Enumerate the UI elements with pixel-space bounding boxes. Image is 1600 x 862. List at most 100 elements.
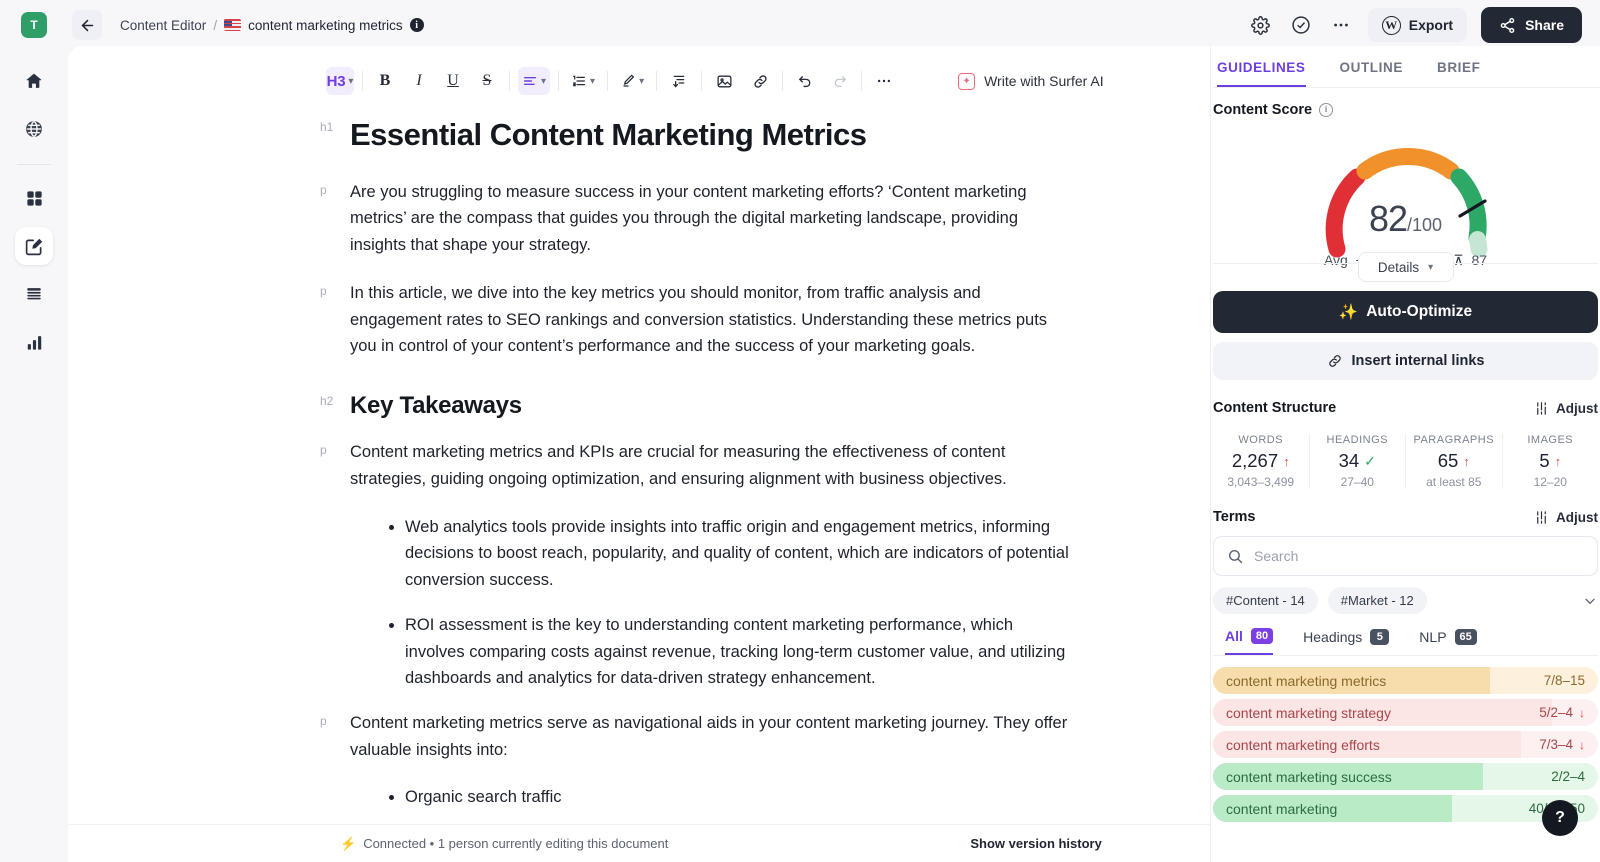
toolbar-divider (558, 71, 560, 91)
document-paragraph[interactable]: Content marketing metrics and KPIs are c… (350, 439, 1070, 492)
block-type-tag: p (320, 714, 327, 728)
auto-optimize-button[interactable]: ✨ Auto-Optimize (1213, 291, 1598, 333)
terms-tab-headings[interactable]: Headings 5 (1303, 628, 1390, 655)
term-chip-content[interactable]: #Content - 14 (1213, 587, 1318, 614)
terms-tab-all[interactable]: All 80 (1225, 628, 1274, 655)
workspace-logo[interactable]: T (21, 12, 47, 38)
block-type-tag: p (320, 283, 327, 298)
document-paragraph[interactable]: Content marketing metrics serve as navig… (350, 710, 1070, 763)
check-circle-icon[interactable] (1288, 12, 1314, 38)
link-icon (752, 73, 769, 90)
tab-brief[interactable]: BRIEF (1437, 60, 1481, 87)
write-with-surfer-ai-button[interactable]: ✦ Write with Surfer AI (958, 72, 1104, 90)
insert-link-button[interactable] (746, 67, 774, 95)
stat-label: WORDS (1238, 434, 1284, 446)
content-score-max: /100 (1407, 215, 1443, 235)
align-dropdown[interactable]: ▾ (518, 67, 551, 95)
details-toggle-button[interactable]: Details ▾ (1357, 252, 1454, 282)
terms-list: content marketing metrics 7/8–15 content m… (1213, 656, 1598, 822)
redo-button[interactable] (825, 67, 853, 95)
sidebar-item-grid[interactable] (15, 179, 53, 217)
image-icon (716, 73, 733, 90)
chevron-down-icon[interactable] (1582, 593, 1598, 609)
list-dropdown[interactable]: ▾ (567, 67, 599, 95)
arrow-up-icon: ↑ (1463, 453, 1470, 469)
toolbar-more-button[interactable] (870, 67, 898, 95)
document-paragraph[interactable]: In this article, we dive into the key me… (350, 280, 1070, 360)
share-button[interactable]: Share (1481, 7, 1582, 43)
terms-tab-nlp[interactable]: NLP 65 (1419, 628, 1477, 655)
indent-icon (671, 73, 687, 89)
term-count: 5/2–4 (1539, 705, 1573, 720)
terms-tab-all-count: 80 (1250, 628, 1274, 644)
highlight-dropdown[interactable]: ▾ (616, 67, 648, 95)
term-row[interactable]: content marketing efforts 7/3–4 ↓ (1213, 731, 1598, 758)
gear-icon[interactable] (1248, 12, 1274, 38)
stat-range: 27–40 (1340, 475, 1374, 489)
tab-outline[interactable]: OUTLINE (1340, 60, 1403, 87)
sidebar-item-home[interactable] (15, 62, 53, 100)
underline-button[interactable]: U (439, 67, 467, 95)
auto-optimize-label: Auto-Optimize (1366, 303, 1473, 320)
bolt-icon: ⚡ (340, 835, 357, 851)
breadcrumb-current[interactable]: content marketing metrics (248, 18, 403, 33)
stat-label: IMAGES (1527, 434, 1574, 446)
term-row[interactable]: content marketing success 2/2–4 (1213, 763, 1598, 790)
help-button[interactable]: ? (1542, 800, 1578, 836)
stat-label: PARAGRAPHS (1413, 434, 1495, 446)
info-icon[interactable]: i (409, 18, 424, 32)
document-heading[interactable]: Key Takeaways (350, 390, 1070, 421)
sidebar-item-analytics[interactable] (15, 323, 53, 361)
term-name: content marketing metrics (1226, 672, 1387, 689)
globe-icon (24, 119, 44, 139)
term-row[interactable]: content marketing strategy 5/2–4 ↓ (1213, 699, 1598, 726)
list-item[interactable]: ROI assessment is the key to understandi… (405, 612, 1070, 692)
content-score-label: Content Score (1213, 102, 1313, 118)
show-version-history-link[interactable]: Show version history (970, 836, 1101, 851)
list-item[interactable]: Web analytics tools provide insights int… (405, 514, 1070, 594)
search-icon (1227, 548, 1244, 565)
document-paragraph[interactable]: Are you struggling to measure success in… (350, 179, 1070, 259)
stat-label: HEADINGS (1326, 434, 1388, 446)
terms-adjust-button[interactable]: Adjust (1534, 510, 1598, 525)
info-icon[interactable]: i (1319, 103, 1334, 117)
italic-button[interactable]: I (405, 67, 433, 95)
undo-button[interactable] (791, 67, 819, 95)
content-structure-adjust-button[interactable]: Adjust (1534, 401, 1598, 416)
terms-search-box[interactable] (1213, 536, 1598, 576)
term-chip-market[interactable]: #Market - 12 (1327, 587, 1427, 614)
terms-filter-tabs: All 80 Headings 5 NLP 65 (1213, 628, 1598, 656)
sidebar-item-layers[interactable] (15, 275, 53, 313)
insert-image-button[interactable] (710, 67, 738, 95)
list-item[interactable]: Organic search traffic (405, 784, 1070, 811)
heading-level-label: H3 (326, 72, 346, 90)
sparkle-icon: ✨ (1338, 303, 1359, 321)
arrow-down-icon: ↓ (1579, 737, 1585, 752)
toolbar-divider (782, 71, 784, 91)
term-row[interactable]: content marketing metrics 7/8–15 (1213, 667, 1598, 694)
tab-guidelines[interactable]: GUIDELINES (1217, 60, 1306, 87)
breadcrumb-root[interactable]: Content Editor (120, 18, 206, 33)
heading-level-dropdown[interactable]: H3 ▾ (326, 67, 354, 95)
terms-tab-headings-count: 5 (1370, 629, 1390, 645)
left-sidebar (0, 50, 68, 862)
export-button[interactable]: W Export (1367, 8, 1468, 42)
strikethrough-button[interactable]: S (473, 67, 501, 95)
terms-search-input[interactable] (1254, 548, 1584, 564)
insert-internal-links-button[interactable]: Insert internal links (1213, 342, 1598, 380)
term-row[interactable]: content marketing40/26–50 (1213, 795, 1598, 822)
back-button[interactable] (72, 10, 102, 40)
bold-button[interactable]: B (371, 67, 399, 95)
sidebar-item-globe[interactable] (15, 110, 53, 148)
ellipsis-icon[interactable] (1328, 12, 1354, 38)
structure-stat: HEADINGS 34 ✓ 27–40 (1310, 434, 1406, 489)
terms-header: Terms Adjust (1213, 509, 1598, 525)
chevron-down-icon: ▾ (1428, 261, 1434, 273)
breadcrumb-separator: / (213, 17, 218, 33)
adjust-label: Adjust (1556, 400, 1598, 416)
share-label: Share (1525, 17, 1564, 33)
document-heading[interactable]: Essential Content Marketing Metrics (350, 116, 1070, 155)
document-body[interactable]: h1 Essential Content Marketing Metrics p Ar… (68, 102, 1210, 842)
indent-button[interactable] (665, 67, 693, 95)
sidebar-item-content-editor[interactable] (15, 227, 53, 265)
